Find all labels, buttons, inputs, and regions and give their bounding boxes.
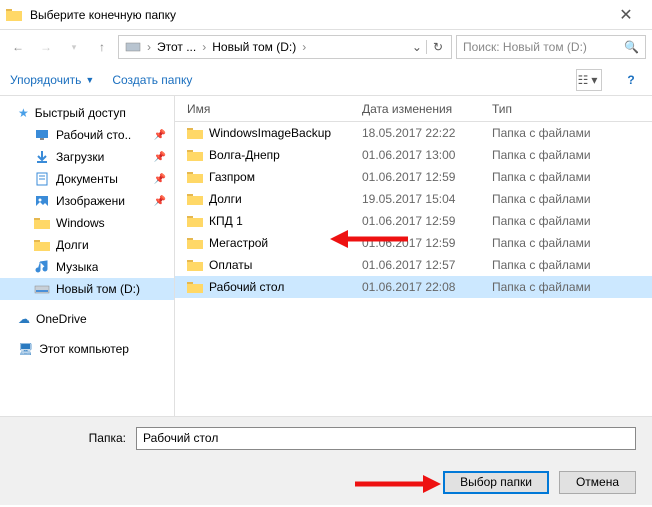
folder-icon	[187, 191, 203, 207]
address-dropdown[interactable]: ⌄	[408, 40, 426, 54]
sidebar-quick-access[interactable]: ★ Быстрый доступ	[0, 102, 174, 124]
toolbar: Упорядочить▼ Создать папку ☷ ▾ ?	[0, 64, 652, 96]
folder-icon	[187, 169, 203, 185]
view-options-button[interactable]: ☷ ▾	[576, 69, 602, 91]
organize-menu[interactable]: Упорядочить▼	[10, 73, 94, 87]
sidebar-onedrive[interactable]: ☁ OneDrive	[0, 308, 174, 330]
folder-icon	[6, 7, 22, 23]
sidebar-item[interactable]: Изображени📌	[0, 190, 174, 212]
column-name[interactable]: Имя	[187, 102, 362, 116]
annotation-arrow	[353, 471, 443, 497]
breadcrumb-drive[interactable]: Новый том (D:)	[208, 40, 300, 54]
drive-icon	[125, 39, 141, 55]
sidebar: ★ Быстрый доступ Рабочий сто..📌Загрузки📌…	[0, 96, 175, 416]
search-placeholder: Поиск: Новый том (D:)	[463, 40, 587, 54]
select-folder-button[interactable]: Выбор папки	[443, 471, 549, 494]
sidebar-item[interactable]: Загрузки📌	[0, 146, 174, 168]
column-date[interactable]: Дата изменения	[362, 102, 492, 116]
refresh-button[interactable]: ↻	[426, 40, 449, 54]
sidebar-item[interactable]: Документы📌	[0, 168, 174, 190]
main-area: ★ Быстрый доступ Рабочий сто..📌Загрузки📌…	[0, 96, 652, 416]
folder-icon	[187, 213, 203, 229]
sidebar-this-pc[interactable]: 🖥 Этот компьютер	[0, 338, 174, 360]
file-area: Имя Дата изменения Тип WindowsImageBacku…	[175, 96, 652, 416]
folder-name-input[interactable]	[136, 427, 636, 450]
star-icon: ★	[18, 106, 29, 120]
help-button[interactable]: ?	[620, 73, 642, 87]
title-bar: Выберите конечную папку ✕	[0, 0, 652, 30]
search-icon: 🔍	[624, 40, 639, 54]
file-row[interactable]: Рабочий стол01.06.2017 22:08Папка с файл…	[175, 276, 652, 298]
cloud-icon: ☁	[18, 312, 30, 326]
folder-icon	[187, 257, 203, 273]
sidebar-item[interactable]: Windows	[0, 212, 174, 234]
file-list: WindowsImageBackup18.05.2017 22:22Папка …	[175, 122, 652, 416]
folder-icon	[187, 147, 203, 163]
column-headers: Имя Дата изменения Тип	[175, 96, 652, 122]
file-row[interactable]: Мегастрой01.06.2017 12:59Папка с файлами	[175, 232, 652, 254]
address-bar[interactable]: › Этот ... › Новый том (D:) › ⌄ ↻	[118, 35, 452, 59]
sidebar-item[interactable]: Новый том (D:)	[0, 278, 174, 300]
column-type[interactable]: Тип	[492, 102, 652, 116]
file-row[interactable]: КПД 101.06.2017 12:59Папка с файлами	[175, 210, 652, 232]
folder-icon	[187, 279, 203, 295]
folder-name-row: Папка:	[0, 417, 652, 459]
back-button[interactable]: ←	[6, 35, 30, 59]
folder-icon	[187, 235, 203, 251]
file-row[interactable]: Газпром01.06.2017 12:59Папка с файлами	[175, 166, 652, 188]
pin-icon: 📌	[154, 196, 166, 207]
button-row: Выбор папки Отмена	[0, 459, 652, 505]
pin-icon: 📌	[154, 130, 166, 141]
chevron-right-icon: ›	[300, 40, 308, 54]
close-button[interactable]: ✕	[606, 5, 646, 25]
sidebar-item[interactable]: Рабочий сто..📌	[0, 124, 174, 146]
up-button[interactable]: ↑	[90, 35, 114, 59]
folder-icon	[187, 125, 203, 141]
cancel-button[interactable]: Отмена	[559, 471, 636, 494]
file-row[interactable]: Долги19.05.2017 15:04Папка с файлами	[175, 188, 652, 210]
breadcrumb-pc[interactable]: Этот ...	[153, 40, 200, 54]
window-title: Выберите конечную папку	[30, 8, 606, 22]
search-input[interactable]: Поиск: Новый том (D:) 🔍	[456, 35, 646, 59]
folder-label: Папка:	[16, 431, 126, 445]
file-row[interactable]: Оплаты01.06.2017 12:57Папка с файлами	[175, 254, 652, 276]
file-row[interactable]: Волга-Днепр01.06.2017 13:00Папка с файла…	[175, 144, 652, 166]
chevron-right-icon: ›	[145, 40, 153, 54]
pc-icon: 🖥	[18, 342, 33, 356]
chevron-right-icon: ›	[200, 40, 208, 54]
new-folder-button[interactable]: Создать папку	[112, 73, 192, 87]
recent-button[interactable]: ▾	[62, 35, 86, 59]
forward-button[interactable]: →	[34, 35, 58, 59]
pin-icon: 📌	[154, 152, 166, 163]
pin-icon: 📌	[154, 174, 166, 185]
nav-row: ← → ▾ ↑ › Этот ... › Новый том (D:) › ⌄ …	[0, 30, 652, 64]
sidebar-item[interactable]: Долги	[0, 234, 174, 256]
sidebar-item[interactable]: Музыка	[0, 256, 174, 278]
file-row[interactable]: WindowsImageBackup18.05.2017 22:22Папка …	[175, 122, 652, 144]
